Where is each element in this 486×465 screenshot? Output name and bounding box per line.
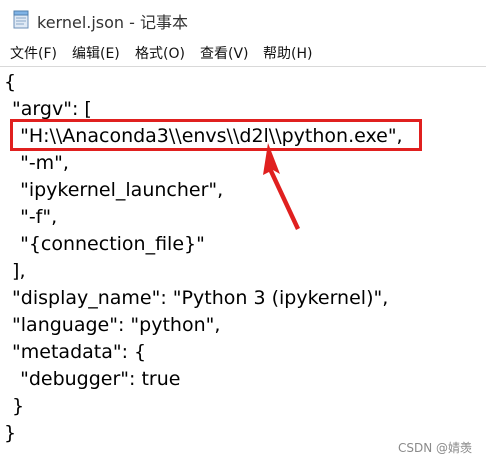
code-line: "ipykernel_launcher", [8, 179, 224, 201]
menu-file[interactable]: 文件(F) [8, 43, 59, 63]
window-title: kernel.json - 记事本 [37, 13, 189, 32]
title-bar: kernel.json - 记事本 [0, 0, 486, 40]
code-line: } [4, 422, 17, 444]
code-line: "{connection_file}" [8, 233, 205, 255]
code-line: "-f", [8, 206, 58, 228]
code-line: "argv": [ [6, 98, 92, 120]
menu-view[interactable]: 查看(V) [198, 43, 251, 63]
menu-help[interactable]: 帮助(H) [261, 43, 314, 63]
code-line: "display_name": "Python 3 (ipykernel)", [6, 287, 389, 309]
code-line: } [6, 395, 25, 417]
menu-edit[interactable]: 编辑(E) [70, 43, 122, 63]
highlight-box [10, 119, 422, 151]
red-arrow-icon [263, 143, 300, 230]
code-line: ], [6, 260, 26, 282]
menu-bar: 文件(F) 编辑(E) 格式(O) 查看(V) 帮助(H) [0, 40, 486, 67]
code-line: "-m", [8, 152, 69, 174]
menu-format[interactable]: 格式(O) [133, 43, 187, 63]
code-line: "debugger": true [8, 368, 181, 390]
code-line: "language": "python", [6, 314, 221, 336]
code-line: "metadata": { [6, 341, 147, 363]
watermark: CSDN @婧羡 [397, 441, 472, 455]
notepad-icon [13, 10, 29, 29]
code-line: { [4, 71, 17, 93]
